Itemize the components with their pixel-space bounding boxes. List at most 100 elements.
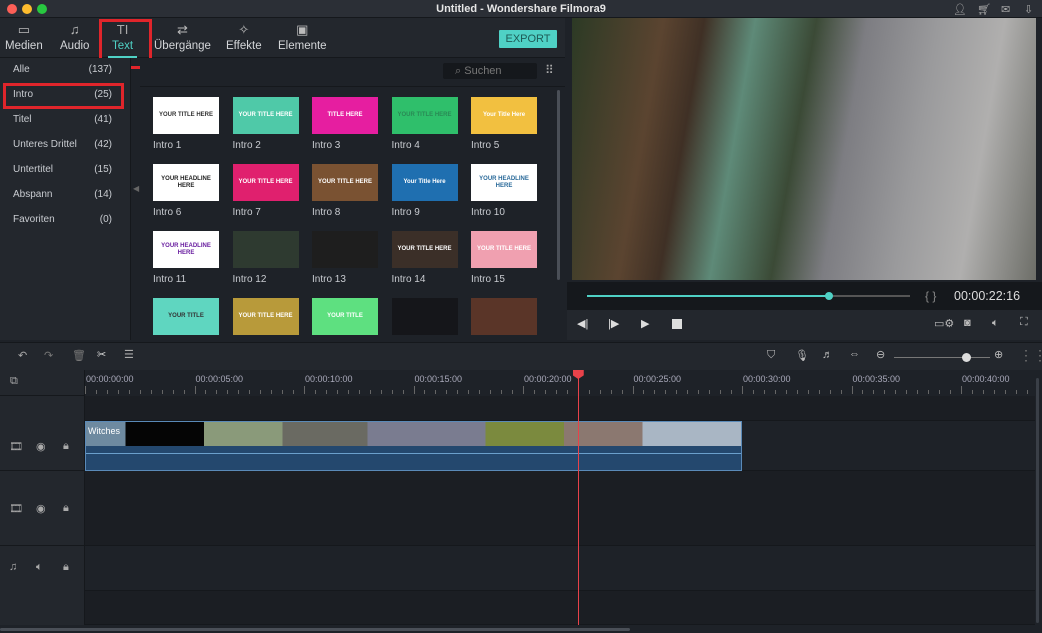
ruler-tick (555, 390, 557, 394)
template-thumbnail: TITLE HERE (312, 97, 378, 134)
video-track-icon: 🎞︎ (9, 441, 23, 453)
template-thumbnail (391, 298, 458, 335)
lock-icon[interactable]: 🔒︎ (63, 502, 69, 515)
volume-icon[interactable]: 🔈︎ (992, 317, 999, 330)
marker-icon[interactable]: ⛉ (767, 349, 775, 362)
ruler-tick (380, 390, 382, 394)
template-thumbnail: YOUR TITLE HERE (232, 97, 299, 134)
grid-view-icon[interactable]: ⠿ (545, 63, 554, 77)
mark-in-out-icon[interactable]: { } (925, 289, 936, 303)
snapshot-icon[interactable]: ◙ (964, 317, 971, 329)
folder-icon: ▭ (17, 22, 30, 37)
template-label: Intro 3 (312, 140, 341, 151)
zoom-in-icon[interactable]: ⊕ (994, 348, 1003, 361)
tab-elemente[interactable]: ▣ Elemente (278, 22, 327, 52)
render-settings-icon[interactable]: ▭⚙ (934, 317, 954, 330)
prev-frame-icon[interactable]: ◀| (577, 317, 588, 330)
adjust-icon[interactable]: ☰ (124, 348, 134, 361)
playhead[interactable] (572, 370, 584, 625)
ruler-tick (128, 390, 130, 394)
ruler-tick (314, 390, 316, 394)
ruler-tick (468, 390, 470, 394)
microphone-icon[interactable]: 🎙︎ (795, 349, 809, 362)
ruler-tick (369, 390, 371, 394)
sidebar-item-titel[interactable]: Titel (41) (13, 114, 118, 125)
speaker-icon[interactable]: 🔈︎ (36, 561, 43, 574)
ruler-tick (818, 390, 820, 394)
lock-icon[interactable]: 🔒︎ (63, 440, 69, 453)
lock-icon[interactable]: 🔒︎ (63, 561, 69, 574)
tab-uebergaenge[interactable]: ⇄ Übergänge (154, 22, 211, 52)
redo-icon[interactable]: ↷ (44, 349, 53, 362)
ruler-tick (479, 390, 481, 394)
timeline-vertical-scrollbar[interactable] (1036, 378, 1039, 623)
play-icon[interactable]: ▶ (641, 317, 649, 330)
mail-icon[interactable]: ✉ (1001, 3, 1010, 16)
thumbnail-text: YOUR TITLE (168, 313, 204, 320)
fit-timeline-icon[interactable]: ⇔ (849, 348, 860, 360)
template-label: Intro 7 (232, 207, 261, 218)
ruler-tick (851, 386, 853, 394)
ruler-tick (643, 390, 645, 394)
preview-scrubber: { } 00:00:22:16 (567, 282, 1042, 310)
timeline-ruler[interactable]: 00:00:00:00 00:00:05:00 00:00:10:00 00:00:1… (85, 370, 1039, 396)
ruler-tick (523, 386, 524, 394)
template-thumbnail: Your Title Here (471, 97, 537, 134)
sidebar-item-abspann[interactable]: Abspann (14) (13, 189, 118, 200)
template-label: Intro 5 (471, 140, 500, 151)
ruler-tick (391, 390, 393, 394)
ruler-tick (260, 390, 262, 394)
timeline-horizontal-scrollbar[interactable] (0, 628, 630, 631)
delete-icon[interactable]: 🗑︎ (72, 349, 86, 362)
panel-grip-icon[interactable]: ⋮⋮ (1019, 347, 1042, 364)
tab-label: Übergänge (154, 40, 211, 52)
download-icon[interactable]: ⇩ (1024, 3, 1033, 16)
sidebar-item-unteres-drittel[interactable]: Unteres Drittel (42) (13, 139, 118, 150)
tab-medien[interactable]: ▭ Medien (5, 22, 43, 52)
audio-mix-icon[interactable]: ♬ (822, 349, 833, 361)
ruler-tick-label: 00:00:10:00 (305, 374, 353, 384)
template-thumbnail: YOUR TITLE HERE (232, 164, 299, 201)
ruler-tick (106, 390, 108, 394)
tab-effekte[interactable]: ✧ Effekte (226, 22, 262, 52)
ruler-tick (424, 390, 426, 394)
template-label: Intro 12 (232, 274, 267, 285)
thumbnail-text: YOUR TITLE (327, 313, 363, 320)
zoom-slider[interactable] (894, 357, 990, 358)
stop-icon[interactable] (672, 319, 682, 329)
category-label: Alle (13, 64, 30, 75)
ruler-tick-label: 00:00:25:00 (633, 374, 682, 384)
sidebar-item-alle[interactable]: Alle (137) (13, 64, 118, 75)
undo-icon[interactable]: ↶ (18, 349, 27, 362)
user-icon[interactable]: 👤︎ (953, 3, 967, 16)
cut-icon[interactable]: ✂ (97, 348, 106, 361)
export-button[interactable]: EXPORT (499, 30, 557, 48)
sidebar-item-favoriten[interactable]: Favoriten (0) (13, 214, 118, 225)
ruler-tick (501, 390, 503, 394)
scrubber-handle[interactable] (825, 292, 834, 300)
eye-icon[interactable]: ◉ (36, 502, 46, 515)
cart-icon[interactable]: 🛒︎ (977, 3, 991, 16)
eye-icon[interactable]: ◉ (36, 440, 46, 453)
sidebar-item-untertitel[interactable]: Untertitel (15) (13, 164, 118, 175)
category-count: (14) (94, 189, 112, 200)
zoom-slider-handle[interactable] (962, 353, 971, 362)
ruler-tick (785, 390, 787, 394)
category-label: Titel (13, 114, 32, 125)
grid-scrollbar[interactable] (557, 90, 560, 280)
ruler-tick (742, 386, 743, 394)
video-clip[interactable]: Witches (85, 421, 742, 471)
template-thumbnail: Your Title Here (391, 164, 458, 201)
zoom-out-icon[interactable]: ⊖ (876, 348, 885, 361)
add-track-icon[interactable]: ⧉ (10, 375, 18, 388)
fullscreen-icon[interactable]: ⛶ (1020, 316, 1028, 329)
next-frame-icon[interactable]: |▶ (608, 317, 619, 330)
ruler-tick (293, 390, 295, 394)
tab-audio[interactable]: ♫ Audio (60, 22, 89, 52)
sidebar-item-intro[interactable]: Intro (25) (13, 89, 118, 100)
search-input[interactable]: ⌕ Suchen (443, 63, 537, 79)
tab-label: Effekte (226, 40, 262, 52)
ruler-tick-label: 00:00:00:00 (86, 374, 134, 384)
ruler-tick (632, 386, 634, 394)
collapse-sidebar-icon[interactable]: ◀ (133, 184, 139, 193)
